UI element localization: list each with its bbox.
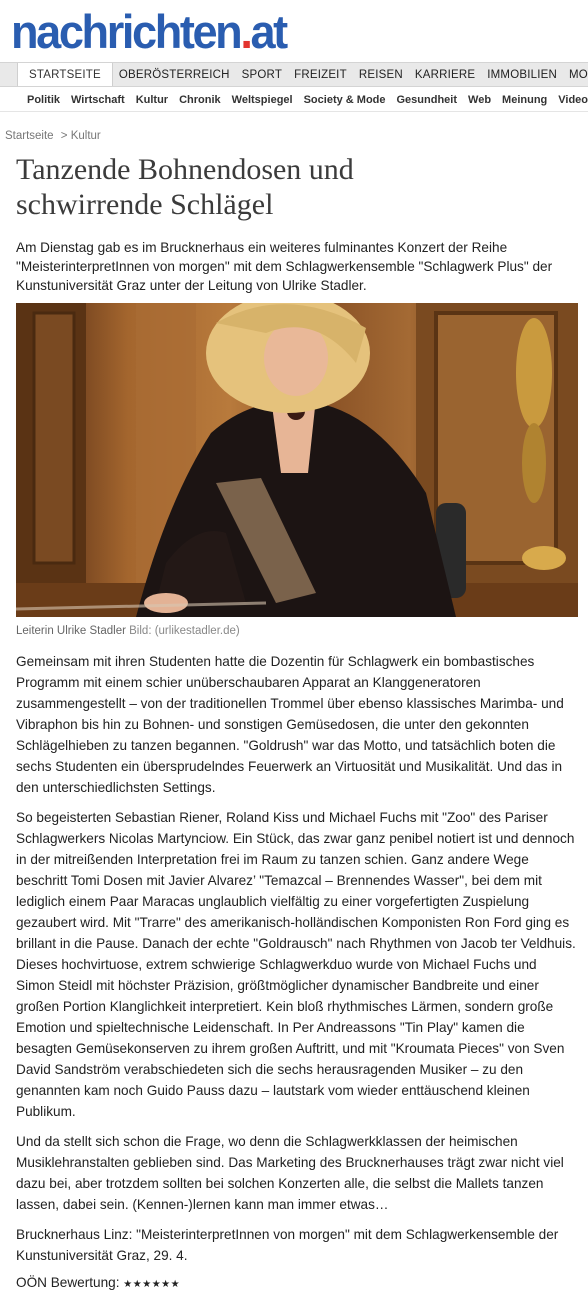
article-photo	[16, 303, 578, 617]
subnav-wirtschaft[interactable]: Wirtschaft	[66, 94, 131, 106]
paragraph: Gemeinsam mit ihren Studenten hatte die …	[16, 654, 564, 795]
main-navigation: STARTSEITE OBERÖSTERREICH SPORT FREIZEIT…	[0, 62, 588, 87]
logo-dot: .	[240, 5, 252, 58]
paragraph: Und da stellt sich schon die Frage, wo d…	[16, 1134, 564, 1212]
article: Tanzende Bohnendosen und schwirrende Sch…	[16, 152, 578, 1290]
nav-freizeit[interactable]: FREIZEIT	[288, 63, 353, 86]
subnav-chronik[interactable]: Chronik	[174, 94, 227, 106]
breadcrumb-home[interactable]: Startseite	[5, 130, 54, 142]
nav-oberoesterreich[interactable]: OBERÖSTERREICH	[113, 63, 236, 86]
article-lead: Am Dienstag gab es im Brucknerhaus ein w…	[16, 240, 553, 293]
nav-sport[interactable]: SPORT	[236, 63, 288, 86]
paragraph: So begeisterten Sebastian Riener, Roland…	[16, 810, 576, 1119]
subnav-kultur[interactable]: Kultur	[130, 94, 173, 106]
breadcrumb-section[interactable]: Kultur	[71, 130, 101, 142]
photo-illustration	[16, 303, 578, 617]
photo-credit: Bild: (urlikestadler.de)	[129, 625, 240, 637]
article-title: Tanzende Bohnendosen und schwirrende Sch…	[16, 153, 354, 221]
subnav-meinung[interactable]: Meinung	[497, 94, 553, 106]
logo-text: nachrichten	[11, 5, 243, 58]
breadcrumb: Startseite > Kultur	[5, 130, 101, 142]
nav-motor[interactable]: MOTOR	[563, 63, 588, 86]
nav-immobilien[interactable]: IMMOBILIEN	[481, 63, 563, 86]
sub-navigation: Politik Wirtschaft Kultur Chronik Weltsp…	[0, 88, 588, 112]
caption-text: Leiterin Ulrike Stadler	[16, 625, 126, 637]
rating-stars: ★★★★★★	[123, 1279, 181, 1290]
rating-label: OÖN Bewertung:	[16, 1275, 120, 1290]
nav-startseite[interactable]: STARTSEITE	[17, 63, 113, 86]
nav-reisen[interactable]: REISEN	[353, 63, 409, 86]
subnav-video[interactable]: Video	[553, 94, 588, 106]
logo-tld: at	[250, 5, 288, 58]
rating: OÖN Bewertung: ★★★★★★	[16, 1275, 578, 1290]
site-logo[interactable]: nachrichten.at	[11, 4, 288, 60]
subnav-weltspiegel[interactable]: Weltspiegel	[226, 94, 298, 106]
subnav-web[interactable]: Web	[463, 94, 497, 106]
nav-karriere[interactable]: KARRIERE	[409, 63, 481, 86]
paragraph: Brucknerhaus Linz: "MeisterinterpretInne…	[16, 1227, 559, 1263]
photo-caption: Leiterin Ulrike Stadler Bild: (urlikesta…	[16, 625, 578, 637]
subnav-politik[interactable]: Politik	[0, 94, 66, 106]
subnav-society-mode[interactable]: Society & Mode	[298, 94, 391, 106]
subnav-gesundheit[interactable]: Gesundheit	[391, 94, 463, 106]
article-body: Gemeinsam mit ihren Studenten hatte die …	[16, 651, 578, 1266]
breadcrumb-separator: >	[60, 130, 68, 142]
